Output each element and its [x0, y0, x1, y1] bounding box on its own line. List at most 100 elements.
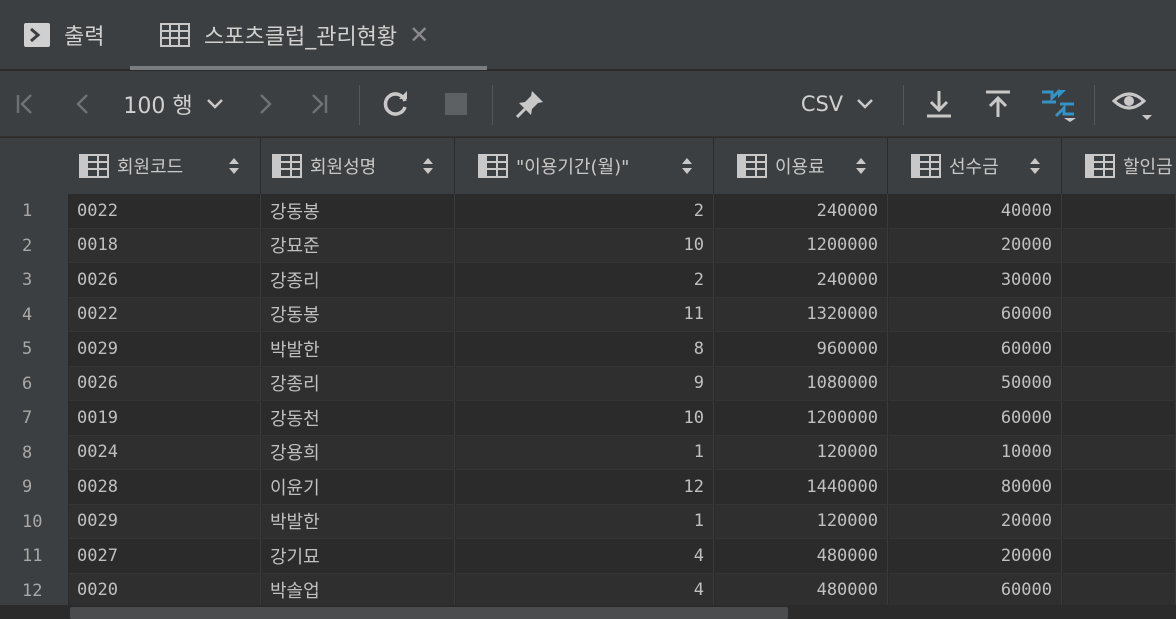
- cell-name[interactable]: 강묘준: [262, 228, 455, 263]
- sort-icon[interactable]: [681, 156, 693, 176]
- cell-advance[interactable]: 20000: [889, 228, 1062, 263]
- cell-fee[interactable]: 1200000: [715, 401, 888, 436]
- cell-code[interactable]: 0019: [69, 401, 261, 436]
- row-number[interactable]: 1: [0, 194, 68, 229]
- cell-discount[interactable]: [1063, 470, 1176, 505]
- first-page-button[interactable]: [8, 71, 42, 137]
- export-download-button[interactable]: [921, 71, 957, 137]
- cell-fee[interactable]: 1080000: [715, 366, 888, 401]
- row-number[interactable]: 9: [0, 470, 68, 505]
- row-number[interactable]: 5: [0, 332, 68, 367]
- cell-name[interactable]: 강동천: [262, 401, 455, 436]
- column-header-name[interactable]: 회원성명: [262, 138, 455, 194]
- row-number[interactable]: 4: [0, 297, 68, 332]
- cell-period[interactable]: 9: [456, 366, 714, 401]
- stop-button[interactable]: [438, 71, 474, 137]
- cell-name[interactable]: 박발한: [262, 504, 455, 539]
- cell-fee[interactable]: 1440000: [715, 470, 888, 505]
- row-number[interactable]: 6: [0, 366, 68, 401]
- cell-name[interactable]: 강용희: [262, 435, 455, 470]
- cell-period[interactable]: 12: [456, 470, 714, 505]
- cell-discount[interactable]: [1063, 401, 1176, 436]
- column-header-fee[interactable]: 이용료: [715, 138, 888, 194]
- table-row[interactable]: 12 0020 박솔업 4 480000 60000: [0, 573, 1176, 608]
- last-page-button[interactable]: [302, 71, 336, 137]
- cell-fee[interactable]: 120000: [715, 435, 888, 470]
- cell-period[interactable]: 8: [456, 332, 714, 367]
- export-format-select[interactable]: CSV: [796, 71, 880, 137]
- table-row[interactable]: 9 0028 이윤기 12 1440000 80000: [0, 470, 1176, 505]
- cell-name[interactable]: 강동봉: [262, 194, 455, 229]
- cell-fee[interactable]: 120000: [715, 504, 888, 539]
- cell-fee[interactable]: 240000: [715, 263, 888, 298]
- cell-code[interactable]: 0027: [69, 539, 261, 574]
- cell-code[interactable]: 0022: [69, 194, 261, 229]
- rows-per-page-select[interactable]: 100 행: [118, 71, 230, 137]
- tab-table[interactable]: 스포츠클럽_관리현황 ✕: [130, 0, 487, 70]
- cell-discount[interactable]: [1063, 194, 1176, 229]
- column-header-code[interactable]: 회원코드: [69, 138, 261, 194]
- cell-advance[interactable]: 60000: [889, 401, 1062, 436]
- cell-code[interactable]: 0018: [69, 228, 261, 263]
- column-header-period[interactable]: "이용기간(월)": [456, 138, 714, 194]
- cell-advance[interactable]: 20000: [889, 539, 1062, 574]
- table-row[interactable]: 5 0029 박발한 8 960000 60000: [0, 332, 1176, 367]
- cell-period[interactable]: 2: [456, 194, 714, 229]
- table-row[interactable]: 3 0026 강종리 2 240000 30000: [0, 263, 1176, 298]
- table-row[interactable]: 8 0024 강용희 1 120000 10000: [0, 435, 1176, 470]
- sort-icon[interactable]: [1029, 156, 1041, 176]
- table-row[interactable]: 4 0022 강동봉 11 1320000 60000: [0, 297, 1176, 332]
- sort-icon[interactable]: [855, 156, 867, 176]
- cell-discount[interactable]: [1063, 297, 1176, 332]
- table-row[interactable]: 11 0027 강기묘 4 480000 20000: [0, 539, 1176, 574]
- row-number[interactable]: 3: [0, 263, 68, 298]
- view-options-button[interactable]: [1110, 71, 1156, 137]
- cell-advance[interactable]: 60000: [889, 297, 1062, 332]
- cell-period[interactable]: 1: [456, 504, 714, 539]
- compare-button[interactable]: [1036, 71, 1080, 137]
- cell-fee[interactable]: 480000: [715, 573, 888, 608]
- cell-period[interactable]: 4: [456, 539, 714, 574]
- cell-code[interactable]: 0029: [69, 504, 261, 539]
- table-row[interactable]: 10 0029 박발한 1 120000 20000: [0, 504, 1176, 539]
- cell-code[interactable]: 0022: [69, 297, 261, 332]
- close-icon[interactable]: ✕: [409, 21, 429, 49]
- cell-advance[interactable]: 60000: [889, 573, 1062, 608]
- cell-fee[interactable]: 240000: [715, 194, 888, 229]
- cell-fee[interactable]: 1200000: [715, 228, 888, 263]
- column-header-discount[interactable]: 할인금: [1063, 138, 1176, 194]
- cell-fee[interactable]: 480000: [715, 539, 888, 574]
- table-row[interactable]: 7 0019 강동천 10 1200000 60000: [0, 401, 1176, 436]
- cell-name[interactable]: 강종리: [262, 366, 455, 401]
- cell-period[interactable]: 10: [456, 228, 714, 263]
- cell-period[interactable]: 4: [456, 573, 714, 608]
- column-header-advance[interactable]: 선수금: [889, 138, 1062, 194]
- cell-name[interactable]: 강동봉: [262, 297, 455, 332]
- table-row[interactable]: 1 0022 강동봉 2 240000 40000: [0, 194, 1176, 229]
- cell-code[interactable]: 0026: [69, 366, 261, 401]
- table-row[interactable]: 2 0018 강묘준 10 1200000 20000: [0, 228, 1176, 263]
- cell-discount[interactable]: [1063, 504, 1176, 539]
- horizontal-scrollbar-thumb[interactable]: [70, 607, 788, 619]
- prev-page-button[interactable]: [66, 71, 100, 137]
- cell-discount[interactable]: [1063, 366, 1176, 401]
- cell-code[interactable]: 0024: [69, 435, 261, 470]
- row-number[interactable]: 12: [0, 573, 68, 608]
- cell-discount[interactable]: [1063, 539, 1176, 574]
- sort-icon[interactable]: [228, 156, 240, 176]
- row-number[interactable]: 2: [0, 228, 68, 263]
- sort-icon[interactable]: [422, 156, 434, 176]
- cell-period[interactable]: 2: [456, 263, 714, 298]
- row-number[interactable]: 11: [0, 539, 68, 574]
- import-upload-button[interactable]: [980, 71, 1016, 137]
- refresh-button[interactable]: [378, 71, 414, 137]
- cell-name[interactable]: 이윤기: [262, 470, 455, 505]
- row-number[interactable]: 7: [0, 401, 68, 436]
- cell-code[interactable]: 0029: [69, 332, 261, 367]
- cell-code[interactable]: 0020: [69, 573, 261, 608]
- cell-advance[interactable]: 60000: [889, 332, 1062, 367]
- cell-period[interactable]: 1: [456, 435, 714, 470]
- tab-output[interactable]: 출력: [24, 0, 104, 70]
- cell-name[interactable]: 강기묘: [262, 539, 455, 574]
- cell-discount[interactable]: [1063, 435, 1176, 470]
